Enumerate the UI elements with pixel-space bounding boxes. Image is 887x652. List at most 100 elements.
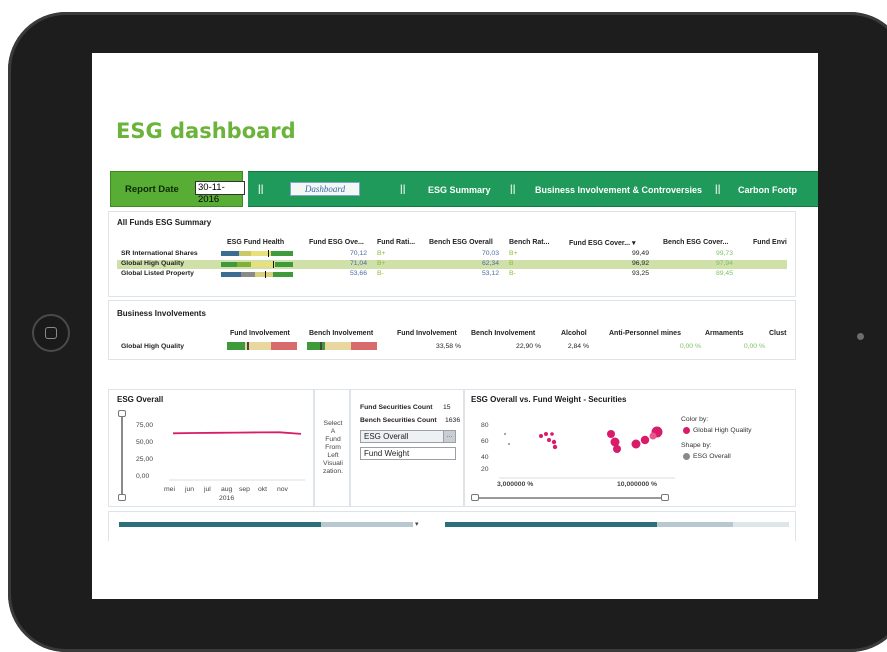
business-involvement-title: Business Involvements bbox=[117, 309, 206, 318]
bottom-chart-band bbox=[733, 522, 789, 527]
tab-carbon-footprint[interactable]: Carbon Footp bbox=[738, 185, 797, 195]
x-tick: jul bbox=[204, 486, 211, 493]
nav-separator: || bbox=[510, 184, 516, 195]
x-tick: okt bbox=[258, 486, 268, 493]
bench-rating-value: B+ bbox=[509, 250, 518, 257]
filter-arrow-icon[interactable]: ▾ bbox=[415, 520, 419, 528]
color-by-value[interactable]: Global High Quality bbox=[693, 427, 752, 434]
fund-involvement-value: 33,58 % bbox=[436, 343, 461, 350]
esg-overall-slider[interactable] bbox=[121, 414, 123, 496]
select-fund-line: Select bbox=[323, 420, 343, 427]
scatter-point bbox=[610, 437, 620, 447]
camera-icon bbox=[857, 333, 864, 340]
fund-securities-count-label: Fund Securities Count bbox=[360, 404, 433, 411]
header-anti-personnel-mines[interactable]: Anti-Personnel mines bbox=[609, 330, 681, 337]
slider-bottom-handle[interactable] bbox=[118, 494, 126, 501]
home-button[interactable] bbox=[32, 314, 70, 352]
fund-rating-value: B+ bbox=[377, 260, 386, 267]
header-bench-esg-overall[interactable]: Bench ESG Overall bbox=[429, 239, 493, 246]
header-esg-fund-health[interactable]: ESG Fund Health bbox=[227, 239, 284, 246]
x-tick: 10,000000 % bbox=[617, 481, 658, 488]
x-range-left-handle[interactable] bbox=[471, 494, 479, 501]
header-fund-environment[interactable]: Fund Envi bbox=[753, 239, 787, 246]
nav-separator: || bbox=[715, 184, 721, 195]
fund-coverage-value: 96,92 bbox=[631, 260, 649, 267]
bench-coverage-value: 97,94 bbox=[715, 260, 733, 267]
y-axis-dropdown[interactable]: ESG Overall ... bbox=[360, 430, 456, 443]
select-fund-line: Fund bbox=[325, 436, 341, 443]
x-range-right-handle[interactable] bbox=[661, 494, 669, 501]
header-fund-involvement-bar[interactable]: Fund Involvement bbox=[230, 330, 290, 337]
armaments-value: 0,00 % bbox=[743, 343, 765, 350]
x-tick: 3,000000 % bbox=[497, 481, 534, 488]
scatter-point bbox=[508, 443, 510, 445]
y-tick: 25,00 bbox=[136, 456, 154, 463]
row-name[interactable]: Global Listed Property bbox=[121, 270, 194, 277]
fund-coverage-value: 93,25 bbox=[631, 270, 649, 277]
esg-health-bar bbox=[221, 271, 293, 278]
legend-circle-icon bbox=[683, 453, 690, 460]
fund-rating-value: B- bbox=[377, 270, 384, 277]
legend-dot-icon bbox=[683, 427, 690, 434]
select-fund-line: Left bbox=[327, 452, 339, 459]
y-tick: 60 bbox=[481, 438, 489, 445]
nav-separator: || bbox=[400, 184, 406, 195]
y-tick: 20 bbox=[481, 466, 489, 473]
header-bench-rating[interactable]: Bench Rat... bbox=[509, 239, 549, 246]
header-bench-involvement-bar[interactable]: Bench Involvement bbox=[309, 330, 373, 337]
fund-esg-value: 53,66 bbox=[349, 270, 367, 277]
fund-coverage-value: 99,49 bbox=[631, 250, 649, 257]
row-name[interactable]: Global High Quality bbox=[121, 260, 184, 267]
header-fund-esg-coverage[interactable]: Fund ESG Cover... ▾ bbox=[569, 239, 636, 247]
shape-by-label: Shape by: bbox=[681, 442, 712, 449]
select-fund-panel: Select A Fund From Left Visuali zation. bbox=[314, 389, 350, 507]
x-range-slider[interactable] bbox=[475, 497, 665, 499]
row-name[interactable]: Global High Quality bbox=[121, 343, 184, 350]
header-fund-involvement[interactable]: Fund Involvement bbox=[397, 330, 457, 337]
shape-by-value[interactable]: ESG Overall bbox=[693, 453, 731, 460]
header-bench-esg-coverage[interactable]: Bench ESG Cover... bbox=[663, 239, 728, 246]
bench-involvement-value: 22,90 % bbox=[516, 343, 541, 350]
y-tick: 40 bbox=[481, 454, 489, 461]
header-armaments[interactable]: Armaments bbox=[705, 330, 744, 337]
esg-overall-title: ESG Overall bbox=[117, 395, 164, 404]
esg-overall-series-line bbox=[172, 431, 302, 435]
tab-dashboard[interactable]: Dashboard bbox=[290, 182, 360, 196]
esg-health-bar bbox=[221, 261, 293, 268]
scatter-point bbox=[552, 444, 558, 450]
fund-securities-count-value: 15 bbox=[443, 404, 451, 411]
report-date-input[interactable]: 30-11-2016 bbox=[195, 181, 245, 205]
header-alcohol[interactable]: Alcohol bbox=[561, 330, 587, 337]
bottom-chart-band bbox=[657, 522, 733, 527]
tablet-screen: ESG dashboard Report Date 30-11-2016 || … bbox=[92, 53, 818, 599]
scatter-point bbox=[551, 439, 557, 445]
x-axis-field[interactable]: Fund Weight bbox=[360, 447, 456, 460]
tab-esg-summary[interactable]: ESG Summary bbox=[428, 185, 491, 195]
mines-value: 0,00 % bbox=[679, 343, 701, 350]
home-square-icon bbox=[45, 327, 57, 339]
bench-coverage-value: 89,45 bbox=[715, 270, 733, 277]
report-date-box: Report Date 30-11-2016 bbox=[110, 171, 245, 207]
header-fund-esg-overall[interactable]: Fund ESG Ove... bbox=[309, 239, 364, 246]
fund-involvement-bar bbox=[227, 342, 297, 350]
bench-coverage-value: 99,73 bbox=[715, 250, 733, 257]
select-fund-line: From bbox=[325, 444, 341, 451]
esg-overall-panel: ESG Overall 75,00 50,00 25,00 0,00 mei j… bbox=[108, 389, 314, 507]
header-cluster[interactable]: Clust bbox=[769, 330, 787, 337]
dropdown-more-button[interactable]: ... bbox=[443, 431, 455, 442]
esg-summary-title: All Funds ESG Summary bbox=[117, 218, 212, 227]
bench-securities-count-label: Bench Securities Count bbox=[360, 417, 437, 424]
bench-involvement-bar bbox=[307, 342, 377, 350]
select-fund-line: zation. bbox=[322, 468, 344, 475]
tab-business-involvement[interactable]: Business Involvement & Controversies bbox=[535, 185, 702, 195]
bottom-chart-band bbox=[119, 522, 321, 527]
bench-esg-value: 70,03 bbox=[481, 250, 499, 257]
scatter-point bbox=[539, 434, 543, 438]
x-tick: aug bbox=[221, 486, 233, 493]
header-fund-rating[interactable]: Fund Rati... bbox=[377, 239, 415, 246]
slider-top-handle[interactable] bbox=[118, 410, 126, 417]
nav-separator: || bbox=[258, 184, 264, 195]
row-name[interactable]: SR International Shares bbox=[121, 250, 198, 257]
bench-rating-value: B bbox=[509, 260, 514, 267]
header-bench-involvement[interactable]: Bench Involvement bbox=[471, 330, 535, 337]
